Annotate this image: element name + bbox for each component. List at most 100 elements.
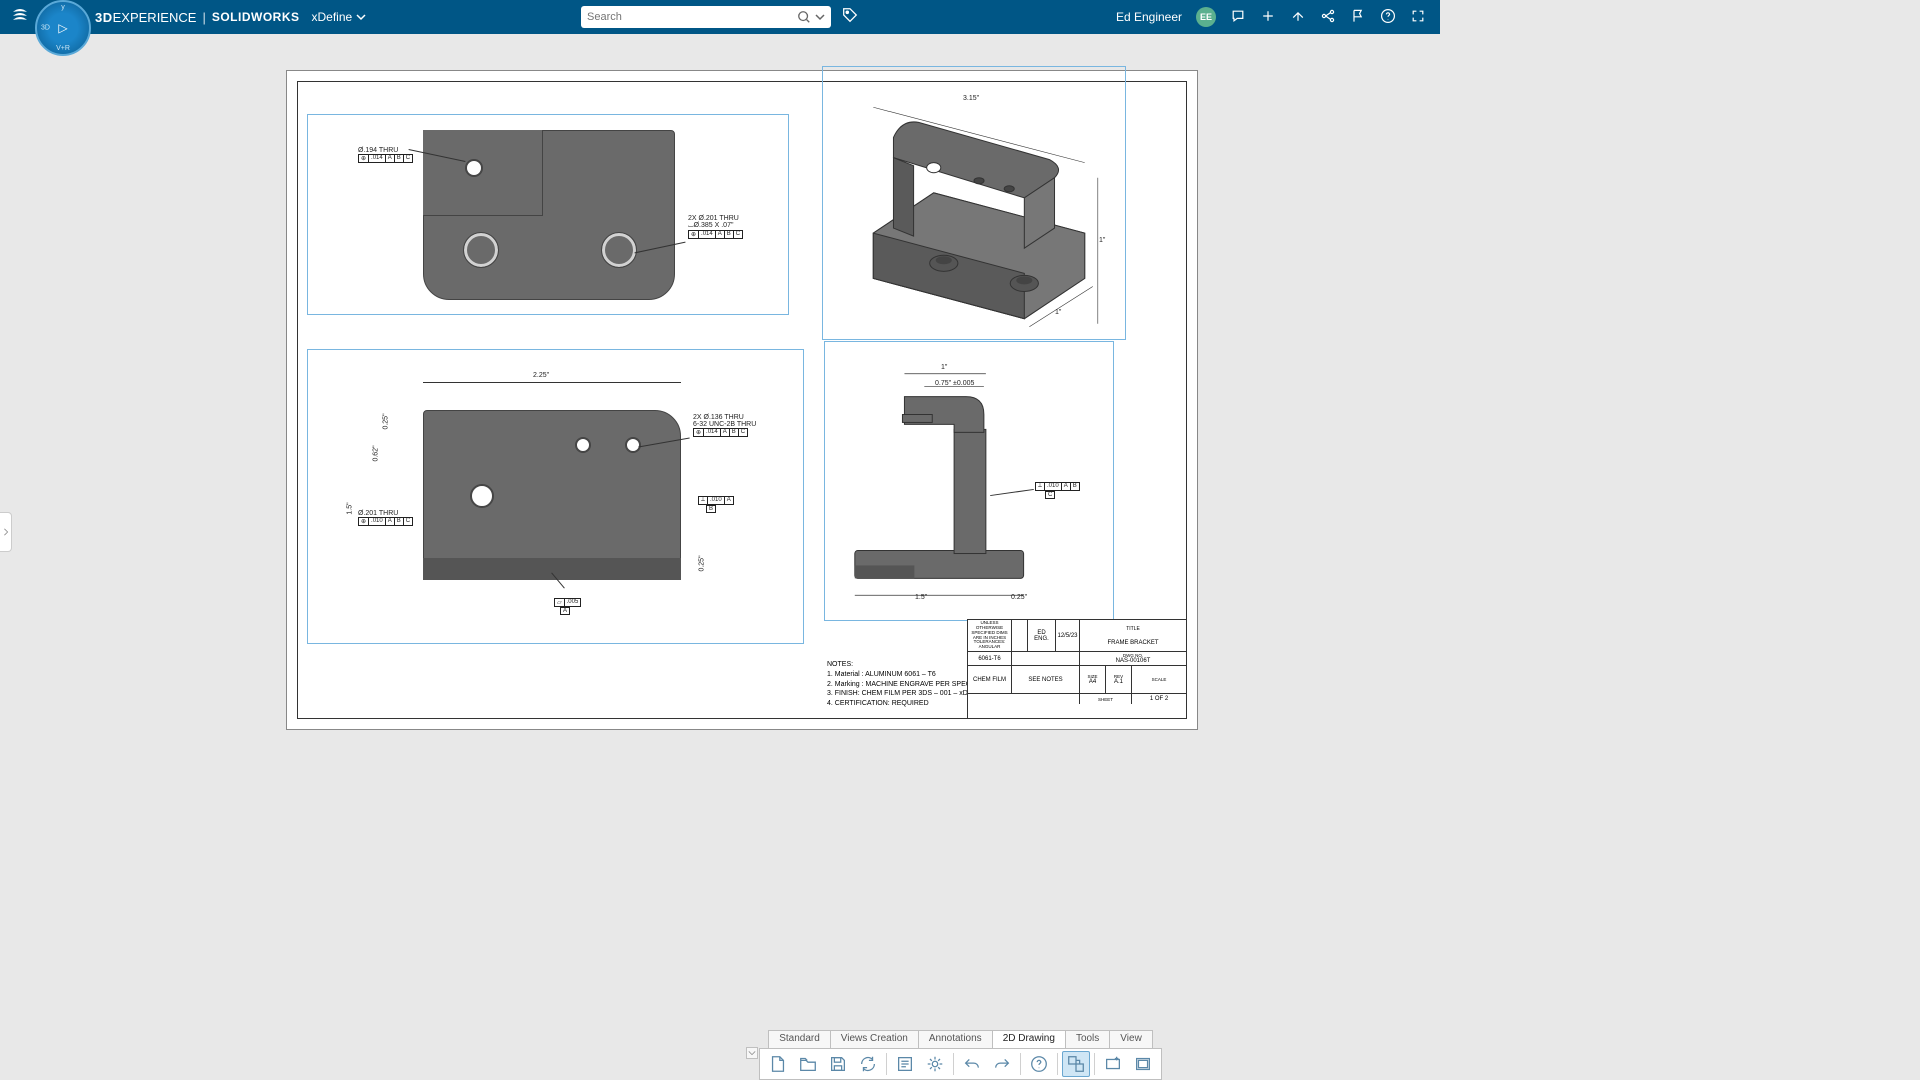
- cmd-new[interactable]: [764, 1051, 792, 1077]
- user-area: Ed Engineer EE: [1116, 7, 1440, 27]
- tb-material: 6061-T6: [968, 652, 1012, 665]
- search-area: [581, 6, 859, 29]
- ribbon-tabs: Standard Views Creation Annotations 2D D…: [768, 1030, 1152, 1048]
- search-dropdown-icon[interactable]: [815, 12, 825, 22]
- compass-widget[interactable]: ▷ y V+R 3D: [35, 0, 91, 56]
- tab-annotations[interactable]: Annotations: [918, 1030, 993, 1048]
- iso-dim-w: 3.15": [963, 95, 979, 102]
- dim-right-025: 0.25": [699, 555, 706, 571]
- top-bar: 3DEXPERIENCE | SOLIDWORKS xDefine Ed Eng…: [0, 0, 1440, 34]
- search-box[interactable]: [581, 6, 831, 28]
- drawing-view-side[interactable]: 1" 0.75" ±0.005 1.5" 0.25" ⟂.010AB C: [824, 341, 1114, 621]
- collaborate-button[interactable]: [1320, 8, 1336, 27]
- dim-width: 2.25": [533, 372, 549, 379]
- app-name: xDefine: [312, 10, 353, 24]
- search-input[interactable]: [587, 11, 797, 23]
- brand-divider: |: [202, 10, 205, 25]
- panel-expand-handle[interactable]: [0, 512, 12, 552]
- add-button[interactable]: [1260, 8, 1276, 27]
- save-icon: [828, 1054, 848, 1074]
- brand-block: 3DEXPERIENCE | SOLIDWORKS: [95, 10, 300, 25]
- flag-icon: [1350, 8, 1366, 24]
- redo-icon: [992, 1054, 1012, 1074]
- hole-bl-2: [576, 438, 590, 452]
- drawing-view-top-left[interactable]: Ø.194 THRU ⊕.014ABC 2X Ø.201 THRU ⌴Ø.385…: [307, 114, 789, 315]
- tb-drawn-by: ED ENG.: [1028, 620, 1056, 651]
- share-button[interactable]: [1290, 8, 1306, 27]
- chevron-down-icon: [748, 1049, 756, 1057]
- add-view-icon: [1103, 1054, 1123, 1074]
- cmd-drawing-mode[interactable]: [1062, 1051, 1090, 1077]
- cmd-undo[interactable]: [958, 1051, 986, 1077]
- dim-width-line: [423, 382, 681, 383]
- user-name[interactable]: Ed Engineer: [1116, 10, 1182, 24]
- side-perp-fcf: ⟂.010AB C: [1035, 482, 1080, 499]
- cmd-help[interactable]: [1025, 1051, 1053, 1077]
- tab-tools[interactable]: Tools: [1065, 1030, 1110, 1048]
- tb-finish: CHEM FILM: [968, 666, 1012, 693]
- cmd-open[interactable]: [794, 1051, 822, 1077]
- cmd-properties[interactable]: [891, 1051, 919, 1077]
- callout-thread: 2X Ø.136 THRU 6-32 UNC-2B THRU ⊕.014ABC: [693, 414, 756, 437]
- tab-2d-drawing[interactable]: 2D Drawing: [992, 1030, 1066, 1048]
- help-button[interactable]: [1380, 8, 1396, 27]
- cmd-settings[interactable]: [921, 1051, 949, 1077]
- cmd-sheet[interactable]: [1129, 1051, 1157, 1077]
- tab-view[interactable]: View: [1109, 1030, 1153, 1048]
- compass-south: V+R: [56, 45, 70, 52]
- callout-cbore: 2X Ø.201 THRU ⌴Ø.385 X .07" ⊕.014ABC: [688, 215, 743, 239]
- notifications-button[interactable]: [1230, 8, 1246, 27]
- drawing-view-bottom-left[interactable]: 2.25" 0.25" 0.62" 1.5" 2X Ø.136 THRU 6-3…: [307, 349, 804, 644]
- command-bar: [759, 1048, 1162, 1080]
- canvas-area[interactable]: Ø.194 THRU ⊕.014ABC 2X Ø.201 THRU ⌴Ø.385…: [0, 34, 1920, 1030]
- compass-west: 3D: [41, 25, 50, 32]
- callout-hole1: Ø.194 THRU ⊕.014ABC: [358, 147, 413, 163]
- bottom-toolbar: Standard Views Creation Annotations 2D D…: [0, 1030, 1920, 1080]
- perp-fcf: ⟂.010A B: [698, 496, 734, 513]
- drawing-notes: NOTES: 1. Material : ALUMINUM 6061 – T6 …: [827, 660, 971, 709]
- tab-views-creation[interactable]: Views Creation: [830, 1030, 919, 1048]
- share-icon: [1290, 8, 1306, 24]
- ds-logo-icon: [10, 6, 30, 26]
- cmdbar-expand-handle[interactable]: [746, 1047, 758, 1059]
- sheet-icon: [1133, 1054, 1153, 1074]
- play-icon: ▷: [58, 21, 67, 35]
- tb-part-title: FRAME BRACKET: [1107, 640, 1158, 646]
- drawing-view-isometric[interactable]: 3.15" 1" 1": [822, 66, 1126, 340]
- hole-bl-3: [626, 438, 640, 452]
- cmd-redo[interactable]: [988, 1051, 1016, 1077]
- new-doc-icon: [768, 1054, 788, 1074]
- separator: [1094, 1053, 1095, 1075]
- note-1: 1. Material : ALUMINUM 6061 – T6: [827, 670, 971, 680]
- note-2: 2. Marking : MACHINE ENGRAVE PER SPEC: [827, 680, 971, 690]
- cmd-save[interactable]: [824, 1051, 852, 1077]
- separator: [953, 1053, 954, 1075]
- avatar[interactable]: EE: [1196, 7, 1216, 27]
- help-icon: [1380, 8, 1396, 24]
- fullscreen-button[interactable]: [1410, 8, 1426, 27]
- part-body-bl: [423, 410, 681, 580]
- app-switcher[interactable]: xDefine: [312, 10, 367, 24]
- side-dim-025: 0.25": [1011, 594, 1027, 601]
- tb-drawn-date: 12/5/23: [1056, 620, 1080, 651]
- search-icon: [797, 10, 811, 24]
- cmd-refresh[interactable]: [854, 1051, 882, 1077]
- notes-title: NOTES:: [827, 660, 971, 670]
- dim-025: 0.25": [383, 413, 390, 429]
- tag-button[interactable]: [841, 6, 859, 29]
- separator: [1057, 1053, 1058, 1075]
- network-icon: [1320, 8, 1336, 24]
- properties-icon: [895, 1054, 915, 1074]
- brand-3d: 3D: [95, 10, 113, 25]
- gear-icon: [925, 1054, 945, 1074]
- tb-title-lbl: TITLE: [1126, 626, 1140, 632]
- part-step: [423, 130, 543, 216]
- drawing-sheet[interactable]: Ø.194 THRU ⊕.014ABC 2X Ø.201 THRU ⌴Ø.385…: [286, 70, 1198, 730]
- cmd-add-view[interactable]: [1099, 1051, 1127, 1077]
- flag-button[interactable]: [1350, 8, 1366, 27]
- tab-standard[interactable]: Standard: [768, 1030, 831, 1048]
- chat-icon: [1230, 8, 1246, 24]
- iso-dim-h: 1": [1099, 237, 1105, 244]
- side-dim-1: 1": [941, 364, 947, 371]
- fullscreen-icon: [1410, 8, 1426, 24]
